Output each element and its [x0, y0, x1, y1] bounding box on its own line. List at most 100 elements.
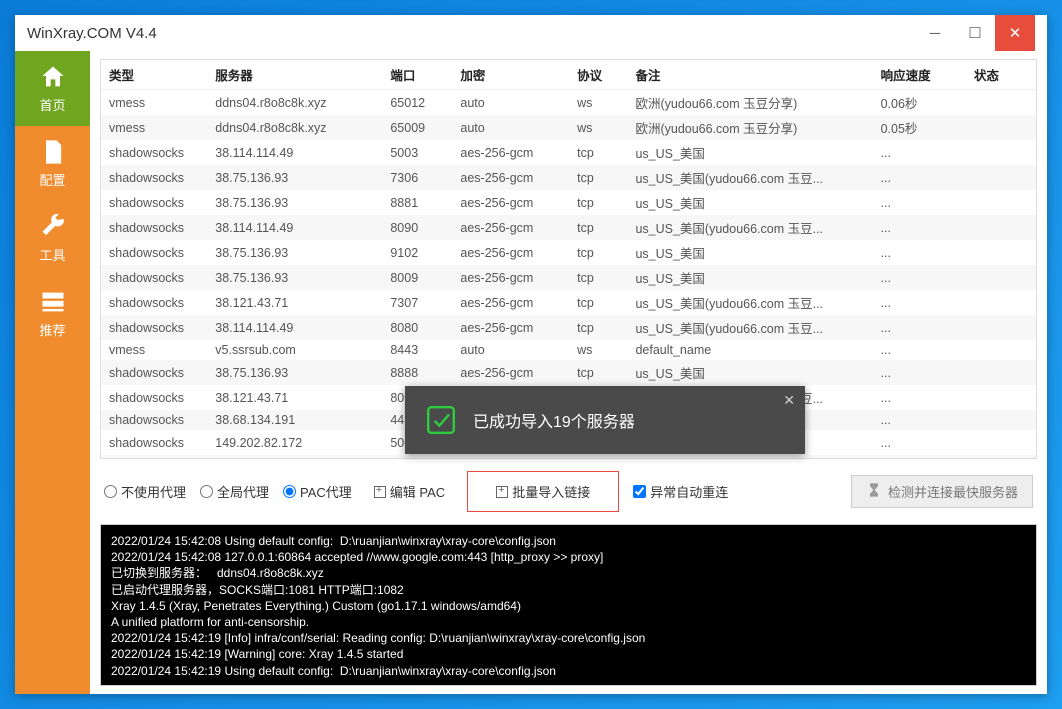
table-row[interactable]: shadowsocks38.75.136.938888aes-256-gcmtc…: [101, 360, 1036, 385]
table-row[interactable]: shadowsocks38.75.136.939102aes-256-gcmtc…: [101, 240, 1036, 265]
table-row[interactable]: vmessv5.ssrsub.com8443autowsdefault_name…: [101, 340, 1036, 360]
import-icon: [496, 486, 508, 498]
cell-speed: ...: [873, 385, 966, 410]
cell-type: vmess: [101, 340, 207, 360]
log-line: A unified platform for anti-censorship.: [111, 614, 1026, 630]
table-row[interactable]: vmessddns04.r8o8c8k.xyz65009autows欧洲(yud…: [101, 115, 1036, 140]
log-console[interactable]: 2022/01/24 15:42:08 Using default config…: [100, 524, 1037, 686]
titlebar: WinXray.COM V4.4 ─ ☐ ✕: [15, 15, 1047, 51]
col-proto[interactable]: 协议: [569, 60, 627, 90]
cell-note: [627, 455, 872, 459]
cell-enc: aes-256-gcm: [452, 315, 569, 340]
check-icon: [425, 404, 457, 436]
cell-enc: aes-256-gcm: [452, 140, 569, 165]
cell-server: 38.75.136.93: [207, 165, 382, 190]
col-server[interactable]: 服务器: [207, 60, 382, 90]
toast-notification: 已成功导入19个服务器 ✕: [405, 386, 805, 454]
cell-enc: auto: [452, 90, 569, 116]
cell-status: [966, 340, 1036, 360]
cell-server: 38.75.136.93: [207, 190, 382, 215]
cell-port: 8080: [382, 315, 452, 340]
col-note[interactable]: 备注: [627, 60, 872, 90]
table-row[interactable]: shadowsocks38.75.136.938009aes-256-gcmtc…: [101, 265, 1036, 290]
cell-port: 8090: [382, 215, 452, 240]
cell-server: 38.75.136.45: [207, 455, 382, 459]
control-row: 不使用代理 全局代理 PAC代理 编辑 PAC 批量导入链接 异常自动重连 检测…: [100, 465, 1037, 518]
cell-proto: ws: [569, 340, 627, 360]
cell-server: 38.121.43.71: [207, 290, 382, 315]
sidebar-item-tools[interactable]: 工具: [15, 201, 90, 276]
cell-speed: 0.06秒: [873, 90, 966, 116]
cell-type: shadowsocks: [101, 455, 207, 459]
auto-reconnect-checkbox[interactable]: 异常自动重连: [633, 482, 728, 501]
cell-note: us_US_美国: [627, 360, 872, 385]
cell-note: us_US_美国(yudou66.com 玉豆...: [627, 165, 872, 190]
cell-speed: 0.05秒: [873, 115, 966, 140]
sidebar-item-config[interactable]: 配置: [15, 126, 90, 201]
close-button[interactable]: ✕: [995, 15, 1035, 51]
radio-pac[interactable]: PAC代理: [283, 482, 352, 501]
cell-server: 38.114.114.49: [207, 315, 382, 340]
col-status[interactable]: 状态: [966, 60, 1036, 90]
cell-note: 欧洲(yudou66.com 玉豆分享): [627, 115, 872, 140]
table-row[interactable]: shadowsocks38.114.114.495003aes-256-gcmt…: [101, 140, 1036, 165]
body: 首页 配置 工具 推荐 类型 服务器 端口: [15, 51, 1047, 694]
col-port[interactable]: 端口: [382, 60, 452, 90]
cell-server: 149.202.82.172: [207, 430, 382, 455]
sidebar-item-label: 工具: [39, 245, 65, 264]
edit-pac-button[interactable]: 编辑 PAC: [366, 478, 453, 505]
cell-speed: ...: [873, 265, 966, 290]
app-window: WinXray.COM V4.4 ─ ☐ ✕ 首页 配置 工具 推荐: [15, 15, 1047, 694]
toast-close-button[interactable]: ✕: [783, 392, 795, 409]
cell-enc: aes-256-gcm: [452, 215, 569, 240]
maximize-button[interactable]: ☐: [955, 15, 995, 51]
table-row[interactable]: shadowsocks38.114.114.498090aes-256-gcmt…: [101, 215, 1036, 240]
btn-label: 批量导入链接: [512, 482, 590, 501]
cell-status: [966, 190, 1036, 215]
cell-port: 8443: [382, 340, 452, 360]
table-row[interactable]: shadowsocks38.121.43.717307aes-256-gcmtc…: [101, 290, 1036, 315]
cell-status: [966, 215, 1036, 240]
minimize-button[interactable]: ─: [915, 15, 955, 51]
cell-status: [966, 115, 1036, 140]
cell-server: 38.75.136.93: [207, 240, 382, 265]
sidebar-item-label: 首页: [39, 95, 65, 114]
sidebar-item-recommend[interactable]: 推荐: [15, 276, 90, 351]
cell-type: shadowsocks: [101, 165, 207, 190]
cell-enc: aes-256-gcm: [452, 165, 569, 190]
col-speed[interactable]: 响应速度: [873, 60, 966, 90]
sidebar-item-home[interactable]: 首页: [15, 51, 90, 126]
cell-type: vmess: [101, 115, 207, 140]
cell-proto: tcp: [569, 360, 627, 385]
log-line: 2022/01/24 15:42:08 127.0.0.1:60864 acce…: [111, 549, 1026, 565]
radio-global[interactable]: 全局代理: [200, 482, 269, 501]
cell-proto: ws: [569, 90, 627, 116]
table-row[interactable]: shadowsocks38.75.136.938881aes-256-gcmtc…: [101, 190, 1036, 215]
cell-type: vmess: [101, 90, 207, 116]
log-line: 2022/01/24 15:42:19 Using default config…: [111, 663, 1026, 679]
table-row[interactable]: vmessddns04.r8o8c8k.xyz65012autows欧洲(yud…: [101, 90, 1036, 116]
cell-proto: [569, 455, 627, 459]
radio-noproxy[interactable]: 不使用代理: [104, 482, 186, 501]
table-header-row: 类型 服务器 端口 加密 协议 备注 响应速度 状态: [101, 60, 1036, 90]
cell-server: 38.114.114.49: [207, 215, 382, 240]
cell-status: [966, 410, 1036, 430]
cell-note: us_US_美国(yudou66.com 玉豆...: [627, 290, 872, 315]
cell-status: [966, 385, 1036, 410]
cell-type: shadowsocks: [101, 360, 207, 385]
col-enc[interactable]: 加密: [452, 60, 569, 90]
cell-server: v5.ssrsub.com: [207, 340, 382, 360]
table-row[interactable]: shadowsocks38.75.136.455004...: [101, 455, 1036, 459]
main-panel: 类型 服务器 端口 加密 协议 备注 响应速度 状态 vmessddns04.r…: [90, 51, 1047, 694]
cell-status: [966, 360, 1036, 385]
cell-server: 38.121.43.71: [207, 385, 382, 410]
app-title: WinXray.COM V4.4: [27, 25, 915, 42]
log-line: 2022/01/24 15:42:08 Using default config…: [111, 533, 1026, 549]
table-row[interactable]: shadowsocks38.114.114.498080aes-256-gcmt…: [101, 315, 1036, 340]
batch-import-button[interactable]: 批量导入链接: [467, 471, 619, 512]
radio-label: 不使用代理: [121, 482, 186, 501]
detect-fastest-button[interactable]: 检测并连接最快服务器: [851, 475, 1033, 508]
table-row[interactable]: shadowsocks38.75.136.937306aes-256-gcmtc…: [101, 165, 1036, 190]
col-type[interactable]: 类型: [101, 60, 207, 90]
sidebar-item-label: 推荐: [39, 320, 65, 339]
